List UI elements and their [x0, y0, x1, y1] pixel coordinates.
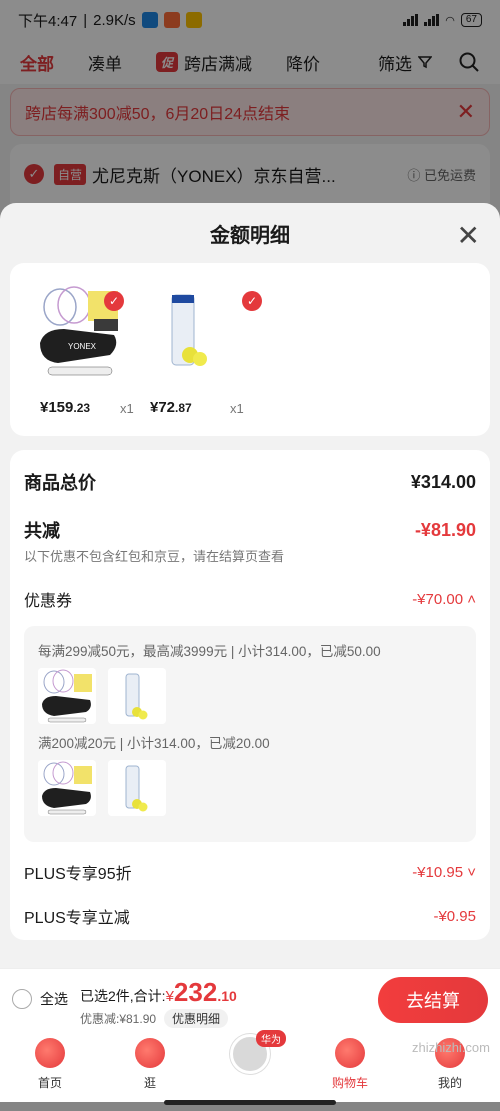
watermark: zhizhizhi.com — [411, 1040, 490, 1055]
plus-discount-label: PLUS专享95折 — [24, 866, 132, 883]
svg-text:YONEX: YONEX — [68, 342, 97, 351]
coupon-label: 优惠券 — [24, 593, 73, 610]
close-icon[interactable]: ✕ — [457, 219, 480, 252]
huawei-badge: 华为 — [256, 1030, 286, 1047]
selected-summary: 已选2件,合计: — [80, 988, 166, 1004]
coupon-rule: 满200减20元 | 小计314.00，已减20.00 — [38, 736, 270, 751]
product-checkbox[interactable]: ✓ — [104, 291, 124, 311]
shuttlecock-thumbnail — [108, 668, 166, 724]
discount-amount: 优惠减:¥81.90 — [80, 1012, 157, 1026]
nav-browse[interactable]: 逛 — [100, 1030, 200, 1102]
nav-huawei-promo[interactable]: 华为 — [200, 1030, 300, 1102]
nav-cart-label: 购物车 — [331, 1076, 368, 1090]
nav-mine-label: 我的 — [437, 1076, 462, 1090]
reduce-label: 共减 — [24, 521, 60, 541]
home-icon — [35, 1038, 65, 1068]
checkout-button[interactable]: 去结算 — [378, 977, 488, 1023]
plus-cut-row: PLUS专享立减 -¥0.95 — [24, 894, 476, 938]
racket-thumbnail — [38, 668, 96, 724]
cart-total: 已选2件,合计:¥232.10 — [80, 977, 237, 1008]
coupon-rule: 每满299减50元，最高减3999元 | 小计314.00，已减50.00 — [38, 644, 381, 659]
plus-discount-row[interactable]: PLUS专享95折 -¥10.95 ˅ — [24, 850, 476, 894]
product-price: ¥72.87 — [150, 399, 192, 416]
select-all[interactable]: 全选 — [12, 989, 68, 1009]
shuttlecock-product-image — [144, 283, 236, 378]
nav-browse-label: 逛 — [143, 1076, 156, 1090]
total-label: 商品总价 — [24, 473, 96, 493]
coupon-products — [38, 760, 462, 816]
product-quantity: x1 — [230, 401, 244, 416]
home-indicator[interactable] — [164, 1100, 336, 1105]
product-item[interactable]: ✓ ¥72.87 x1 — [144, 283, 262, 416]
coupon-value: -¥70.00 ˄ — [412, 590, 476, 608]
checkout-bar: 全选 已选2件,合计:¥232.10 优惠减:¥81.90 优惠明细 去结算 — [0, 968, 500, 1030]
plus-cut-label: PLUS专享立减 — [24, 910, 130, 927]
total-integer: 232 — [173, 977, 218, 1007]
reduce-row: 共减 -¥81.90 — [24, 514, 476, 546]
select-all-label: 全选 — [40, 991, 68, 1007]
sheet-header: 金额明细 ✕ — [0, 203, 500, 263]
coupon-products — [38, 668, 462, 724]
cart-icon — [335, 1038, 365, 1068]
total-decimal: .10 — [217, 988, 237, 1004]
discount-note: 以下优惠不包含红包和京豆，请在结算页查看 — [24, 549, 285, 564]
shuttlecock-thumbnail — [108, 760, 166, 816]
sheet-title: 金额明细 — [210, 224, 290, 247]
browse-icon — [135, 1038, 165, 1068]
product-checkbox[interactable]: ✓ — [242, 291, 262, 311]
amount-details: 商品总价 ¥314.00 共减 -¥81.90 以下优惠不包含红包和京豆，请在结… — [10, 450, 490, 940]
amount-detail-sheet: 金额明细 ✕ YONEX ✓ ¥159.23 x1 ✓ ¥72.87 x1 商品… — [0, 203, 500, 968]
select-all-checkbox[interactable] — [12, 989, 32, 1009]
product-quantity: x1 — [120, 401, 134, 416]
total-value: ¥314.00 — [410, 471, 476, 492]
discount-summary: 优惠减:¥81.90 优惠明细 — [80, 1009, 229, 1028]
nav-home-label: 首页 — [37, 1076, 62, 1090]
product-list: YONEX ✓ ¥159.23 x1 ✓ ¥72.87 x1 — [10, 263, 490, 436]
nav-cart[interactable]: 购物车 — [300, 1030, 400, 1102]
product-item[interactable]: YONEX ✓ ¥159.23 x1 — [34, 283, 134, 416]
plus-cut-value: -¥0.95 — [433, 907, 476, 925]
racket-thumbnail — [38, 760, 96, 816]
nav-home[interactable]: 首页 — [0, 1030, 100, 1102]
plus-discount-value: -¥10.95 ˅ — [412, 863, 476, 881]
reduce-value: -¥81.90 — [414, 519, 476, 540]
currency-symbol: ¥ — [165, 988, 174, 1005]
total-row: 商品总价 ¥314.00 — [24, 450, 476, 514]
discount-detail-button[interactable]: 优惠明细 — [164, 1009, 229, 1028]
product-price: ¥159.23 — [40, 399, 91, 416]
coupon-row[interactable]: 优惠券 -¥70.00 ˄ — [24, 572, 476, 626]
coupon-detail-box: 每满299减50元，最高减3999元 | 小计314.00，已减50.00 满2… — [24, 626, 476, 842]
